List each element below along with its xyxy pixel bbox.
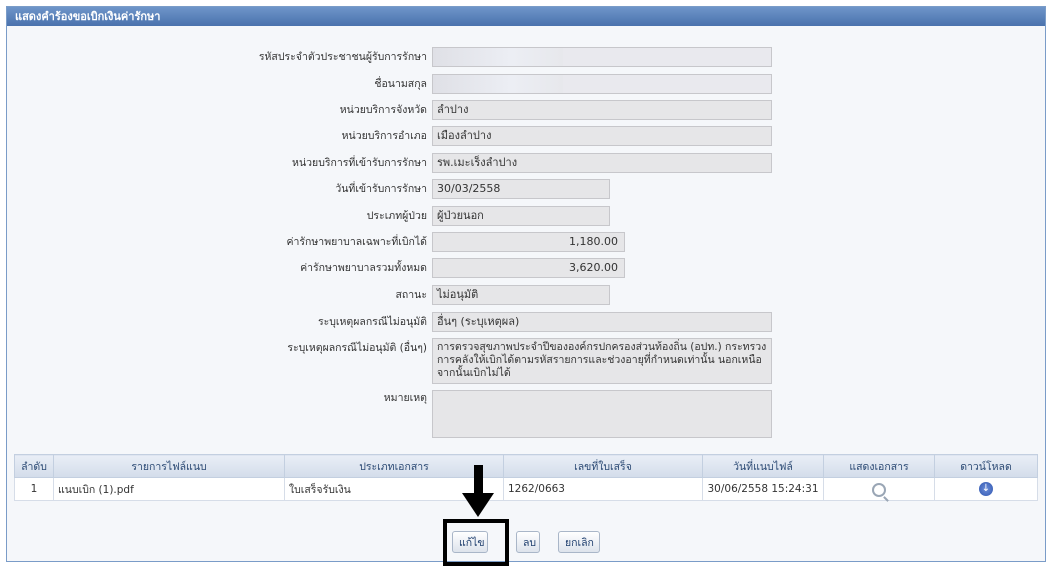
reject-reason-other-field: การตรวจสุขภาพประจำปีขององค์กรปกครองส่วนท… <box>432 338 772 384</box>
col-download: ดาวน์โหลด <box>934 454 1038 478</box>
label-reason-other-row: ระบุเหตุผลกรณีไม่อนุมัติ (อื่นๆ) <box>100 337 427 359</box>
label-district-row: หน่วยบริการอำเภอ <box>100 125 427 147</box>
label-visit-date-row: วันที่เข้ารับการรักษา <box>100 178 427 200</box>
table-header-row: ลำดับ รายการไฟล์แนบ ประเภทเอกสาร เลขที่ใ… <box>14 454 1038 478</box>
cell-view <box>823 477 935 501</box>
cell-file: แนบเบิก (1).pdf <box>53 477 285 501</box>
cell-date: 30/06/2558 15:24:31 <box>702 477 824 501</box>
label-visit-date: วันที่เข้ารับการรักษา <box>335 183 427 195</box>
label-claimable-amount: ค่ารักษาพยาบาลเฉพาะที่เบิกได้ <box>286 236 427 248</box>
cell-receipt-no: 1262/0663 <box>503 477 703 501</box>
label-total-row: ค่ารักษาพยาบาลรวมทั้งหมด <box>100 257 427 279</box>
label-full-name: ชื่อนามสกุล <box>374 78 427 90</box>
label-reject-reason-other: ระบุเหตุผลกรณีไม่อนุมัติ (อื่นๆ) <box>287 342 427 354</box>
col-file: รายการไฟล์แนบ <box>53 454 285 478</box>
label-patient-type-row: ประเภทผู้ป่วย <box>100 205 427 227</box>
down-arrow-icon <box>474 465 483 495</box>
province-field: ลำปาง <box>432 100 772 120</box>
label-status-row: สถานะ <box>100 284 427 306</box>
col-receipt-no: เลขที่ใบเสร็จ <box>503 454 703 478</box>
label-hospital-row: หน่วยบริการที่เข้ารับการรักษา <box>100 152 427 174</box>
label-status: สถานะ <box>395 289 427 301</box>
cell-no: 1 <box>14 477 54 501</box>
magnifier-icon[interactable] <box>872 482 886 497</box>
label-patient-type: ประเภทผู้ป่วย <box>366 210 427 222</box>
patient-type-field: ผู้ป่วยนอก <box>432 206 610 226</box>
visit-date-field: 30/03/2558 <box>432 179 610 199</box>
table-row: 1 แนบเบิก (1).pdf ใบเสร็จรับเงิน 1262/06… <box>14 477 1038 501</box>
label-claimable-row: ค่ารักษาพยาบาลเฉพาะที่เบิกได้ <box>100 231 427 253</box>
total-amount-field: 3,620.00 <box>432 258 625 278</box>
label-remark-row: หมายเหตุ <box>100 387 427 409</box>
panel-title: แสดงคำร้องขอเบิกเงินค่ารักษา <box>7 7 1045 26</box>
attachments-table: ลำดับ รายการไฟล์แนบ ประเภทเอกสาร เลขที่ใ… <box>14 454 1038 501</box>
highlight-box <box>443 519 509 566</box>
citizen-id-field <box>432 47 772 67</box>
delete-button[interactable]: ลบ <box>516 531 540 553</box>
label-citizen-id-row: รหัสประจำตัวประชาชนผู้รับการรักษา <box>100 46 427 68</box>
label-name-row: ชื่อนามสกุล <box>100 73 427 95</box>
col-no: ลำดับ <box>14 454 54 478</box>
claimable-amount-field: 1,180.00 <box>432 232 625 252</box>
label-hospital: หน่วยบริการที่เข้ารับการรักษา <box>292 157 427 169</box>
label-citizen-id: รหัสประจำตัวประชาชนผู้รับการรักษา <box>258 51 427 63</box>
download-arrow-icon[interactable]: ↓ <box>979 482 993 496</box>
down-arrow-icon-head <box>462 493 494 517</box>
status-field: ไม่อนุมัติ <box>432 285 610 305</box>
hospital-field: รพ.เมะเร็งลำปาง <box>432 153 772 173</box>
label-remark: หมายเหตุ <box>383 392 427 404</box>
label-reason-row: ระบุเหตุผลกรณีไม่อนุมัติ <box>100 311 427 333</box>
label-province: หน่วยบริการจังหวัด <box>339 104 427 116</box>
label-province-row: หน่วยบริการจังหวัด <box>100 99 427 121</box>
cell-download: ↓ <box>934 477 1038 501</box>
cancel-button[interactable]: ยกเลิก <box>558 531 600 553</box>
full-name-field <box>432 74 772 94</box>
reject-reason-field: อื่นๆ (ระบุเหตุผล) <box>432 312 772 332</box>
label-total-amount: ค่ารักษาพยาบาลรวมทั้งหมด <box>300 262 427 274</box>
label-district: หน่วยบริการอำเภอ <box>341 130 427 142</box>
remark-field <box>432 390 772 438</box>
district-field: เมืองลำปาง <box>432 126 772 146</box>
col-view: แสดงเอกสาร <box>823 454 935 478</box>
label-reject-reason: ระบุเหตุผลกรณีไม่อนุมัติ <box>317 316 427 328</box>
col-doc-type: ประเภทเอกสาร <box>284 454 504 478</box>
col-date: วันที่แนบไฟล์ <box>702 454 824 478</box>
